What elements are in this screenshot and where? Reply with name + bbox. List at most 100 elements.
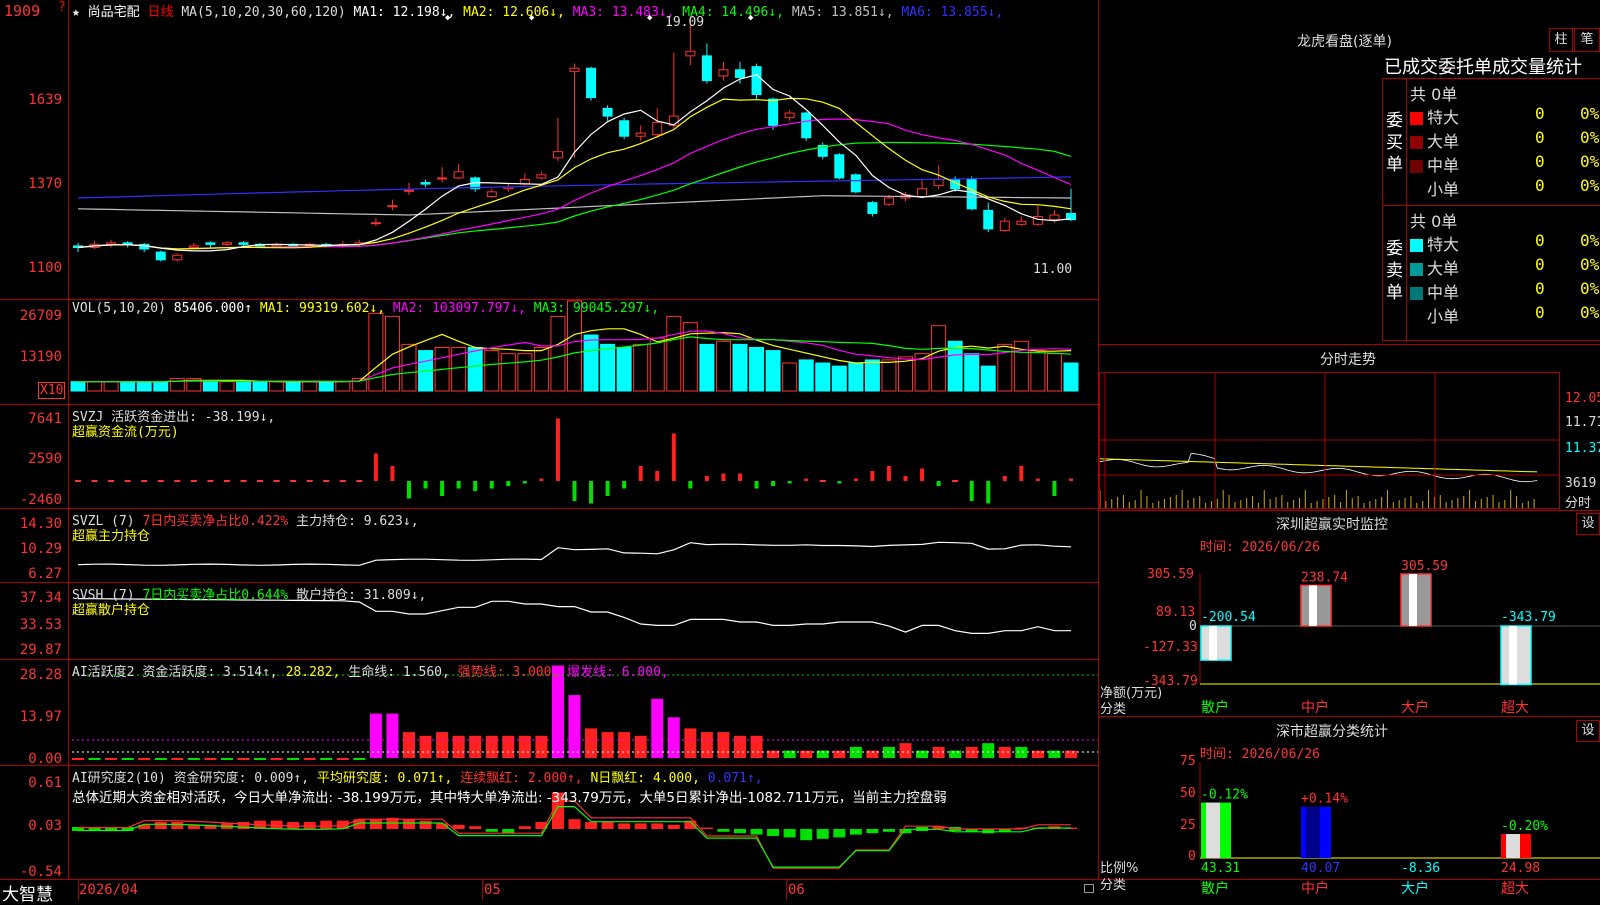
vol-value: 85406.000↑ bbox=[173, 301, 253, 316]
intraday-y-label: 11.71 bbox=[1565, 415, 1600, 430]
candle-body bbox=[701, 55, 712, 82]
lock-icon[interactable] bbox=[1084, 884, 1094, 893]
svzl-line bbox=[77, 541, 1072, 566]
flow-bar bbox=[124, 480, 131, 482]
flow-bar bbox=[323, 480, 330, 482]
flow-bar bbox=[1035, 478, 1040, 481]
flow-bar bbox=[886, 466, 891, 481]
volume-bar bbox=[1063, 362, 1079, 392]
research-bar bbox=[816, 829, 829, 839]
flow-bar bbox=[91, 480, 98, 482]
sz-stats-settings-button[interactable]: 设 bbox=[1576, 720, 1600, 742]
ai-info: AI活跃度2 资金活跃度: 3.514↑, 28.282, 生命线: 1.560… bbox=[72, 661, 669, 680]
ai-y-label: 13.97 bbox=[19, 709, 62, 725]
order-count: 0 bbox=[1535, 128, 1545, 147]
candle-body bbox=[966, 178, 977, 210]
flow-bar bbox=[738, 473, 742, 481]
order-count: 0 bbox=[1535, 104, 1545, 123]
column-view-button[interactable]: 柱 bbox=[1549, 28, 1573, 52]
flow-bar bbox=[1052, 481, 1057, 496]
research-bar bbox=[403, 819, 415, 829]
sz-monitor-category-label: 超大 bbox=[1501, 700, 1529, 716]
flow-bar bbox=[356, 480, 363, 482]
order-size-label: 大单 bbox=[1427, 132, 1460, 151]
sz-stats-category-axis: 分类 bbox=[1100, 878, 1127, 893]
volume-bar bbox=[517, 353, 533, 392]
flow-bar bbox=[522, 481, 527, 484]
sz-monitor-settings-button[interactable]: 设 bbox=[1576, 513, 1600, 535]
vol-unit-badge[interactable]: X10 bbox=[38, 382, 66, 399]
order-count: 0 bbox=[1535, 176, 1545, 195]
sell-total: 共 0单 bbox=[1410, 212, 1458, 231]
sz-stats-delta-label: +0.14% bbox=[1301, 792, 1348, 807]
intraday-vol-label: 3619 bbox=[1565, 476, 1597, 491]
flow-bar bbox=[240, 480, 247, 482]
research-n-red: N日飘红: 4.000, bbox=[590, 771, 700, 786]
candle-body bbox=[172, 254, 183, 261]
order-percent: 0% bbox=[1580, 231, 1600, 250]
table-mid-border bbox=[1382, 205, 1600, 206]
activity-bar bbox=[651, 698, 664, 758]
sz-stats-category-label: 散户 bbox=[1201, 880, 1229, 897]
buy-total: 共 0单 bbox=[1410, 85, 1458, 104]
flow-bar bbox=[952, 480, 959, 482]
flow-bar bbox=[688, 481, 693, 489]
research-y-label: 0.03 bbox=[28, 818, 62, 834]
candle-body bbox=[404, 189, 414, 192]
activity-bar bbox=[684, 728, 697, 758]
low-price-label: 11.00 bbox=[1033, 262, 1073, 277]
research-bar bbox=[750, 829, 763, 835]
brand-logo[interactable]: 大智慧 bbox=[2, 880, 53, 905]
research-y-label: 0.61 bbox=[28, 775, 62, 791]
volume-bar bbox=[798, 359, 814, 392]
tick bbox=[786, 880, 787, 900]
research-bar bbox=[601, 822, 614, 829]
sz-monitor-category-label: 散户 bbox=[1201, 699, 1229, 716]
research-bar bbox=[369, 819, 382, 829]
volume-bar bbox=[980, 365, 996, 392]
volume-bar bbox=[964, 353, 980, 392]
order-percent: 0% bbox=[1580, 303, 1600, 322]
volume-bar bbox=[269, 381, 285, 392]
activity-bar bbox=[469, 735, 482, 758]
activity-bar bbox=[154, 758, 167, 760]
ai-strong-line: 强势线: 3.000, bbox=[457, 665, 560, 680]
research-y-label: -0.54 bbox=[19, 864, 62, 880]
svzl-position: 主力持仓: 9.623↓, bbox=[296, 514, 419, 529]
flow-bar bbox=[506, 481, 511, 486]
activity-bar bbox=[601, 732, 614, 758]
vol-ma-value-1: MA1: 99319.602↓, bbox=[259, 301, 386, 316]
svzj-y-label: 7641 bbox=[28, 411, 62, 427]
order-percent: 0% bbox=[1580, 255, 1600, 274]
flow-bar bbox=[903, 476, 908, 481]
flow-bar bbox=[339, 480, 346, 482]
activity-bar bbox=[502, 735, 515, 758]
event-marker-icon[interactable]: ◆ bbox=[445, 13, 450, 23]
tick-view-button[interactable]: 笔 bbox=[1574, 28, 1600, 52]
flow-bar bbox=[969, 481, 974, 501]
event-marker-icon[interactable]: ◆ bbox=[647, 13, 652, 23]
period-label[interactable]: 日线 bbox=[148, 5, 174, 20]
color-swatch bbox=[1410, 136, 1423, 149]
candle-body bbox=[1016, 220, 1027, 225]
research-bar bbox=[303, 822, 316, 829]
svzl-y-label: 6.27 bbox=[28, 566, 62, 582]
svsh-y-label: 37.34 bbox=[19, 590, 62, 606]
svzl-y-label: 14.30 bbox=[19, 516, 62, 532]
event-marker-icon[interactable]: ◆ bbox=[748, 13, 753, 23]
activity-bar bbox=[270, 758, 283, 760]
sz-stats-title: 深市超赢分类统计 bbox=[1276, 724, 1388, 740]
intraday-chart-frame[interactable] bbox=[1099, 372, 1560, 509]
star-icon[interactable]: ★ bbox=[72, 5, 80, 20]
research-bar bbox=[502, 829, 515, 834]
volume-bar bbox=[1046, 353, 1062, 392]
volume-bar bbox=[533, 346, 549, 392]
month-label: 06 bbox=[788, 882, 805, 898]
activity-bar bbox=[419, 735, 432, 758]
event-marker-icon[interactable]: ◆ bbox=[529, 13, 534, 23]
order-size-label: 小单 bbox=[1427, 307, 1460, 326]
activity-bar bbox=[899, 743, 912, 758]
flow-bar bbox=[390, 466, 395, 481]
order-percent: 0% bbox=[1580, 176, 1600, 195]
intraday-footer: 分时 bbox=[1565, 496, 1592, 511]
